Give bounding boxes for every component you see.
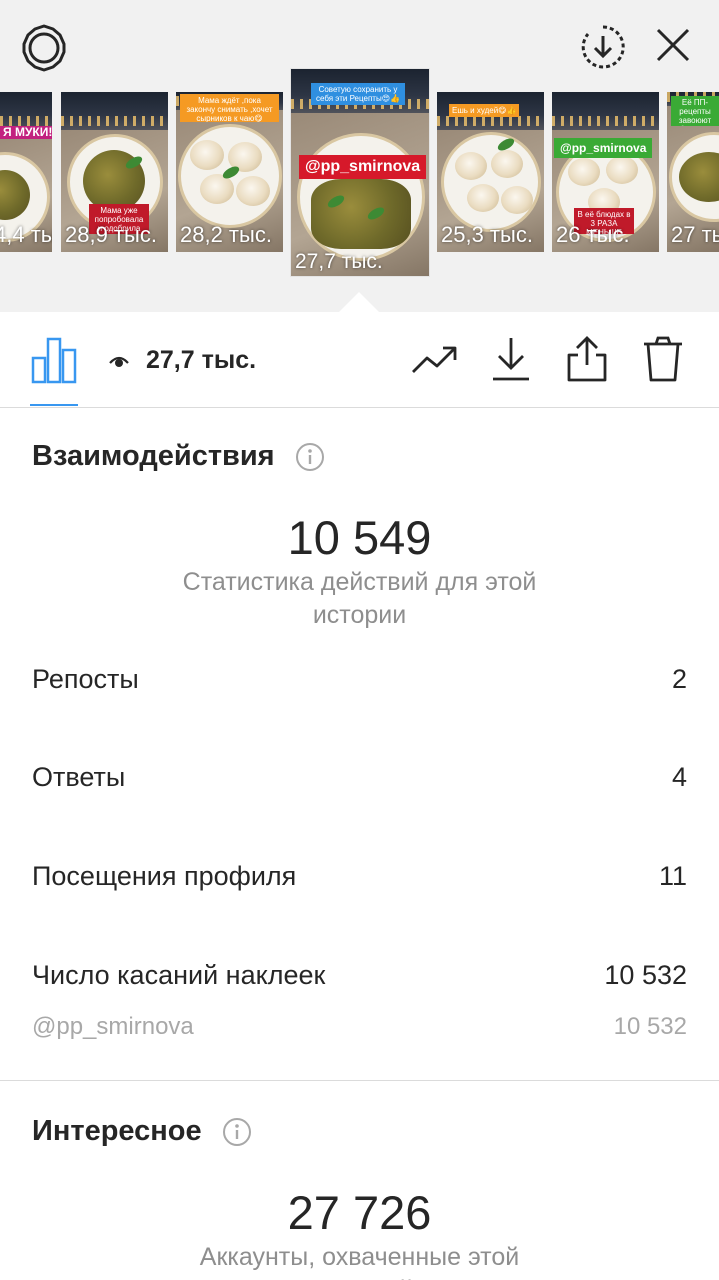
story-thumbnail[interactable]: Я МУКИ!!! 4,4 тыс. bbox=[0, 92, 52, 252]
bar-chart-icon bbox=[31, 337, 77, 384]
interactions-total: 10 549 bbox=[287, 511, 432, 564]
share-button[interactable] bbox=[562, 334, 612, 384]
story-views: 28,9 тыс. bbox=[65, 222, 157, 247]
stat-row-sticker-taps: Число касаний наклеек 10 532 bbox=[32, 960, 687, 991]
discovery-title: Интересное bbox=[32, 1115, 202, 1147]
stat-row-sticker-mention: @pp_smirnova 10 532 bbox=[32, 1013, 687, 1041]
trending-up-icon bbox=[412, 346, 457, 373]
delete-button[interactable] bbox=[638, 334, 688, 384]
story-toolbar: 27,7 тыс. bbox=[0, 312, 719, 408]
story-thumbnail[interactable]: @pp_smirnova В её блюдах в 3 РАЗА МЕНЬШЕ… bbox=[552, 92, 659, 252]
story-thumbnail[interactable]: Мама уже попробовала и одобрила 28,9 тыс… bbox=[61, 92, 168, 252]
stat-label: Репосты bbox=[32, 664, 139, 694]
views-count-label: 27,7 тыс. bbox=[146, 346, 257, 374]
selection-pointer bbox=[338, 292, 380, 313]
download-icon bbox=[493, 338, 529, 381]
eye-icon bbox=[109, 356, 129, 367]
story-caption: Ешь и худей😋👍 bbox=[449, 104, 519, 117]
stat-row-replies: Ответы 4 bbox=[32, 762, 687, 793]
active-tab-indicator bbox=[30, 404, 78, 406]
info-icon[interactable] bbox=[295, 442, 325, 472]
story-thumbnail-selected[interactable]: Советую сохранить у себя эти Рецепты😍👍 @… bbox=[291, 69, 429, 276]
section-divider bbox=[0, 1080, 719, 1081]
promote-button[interactable] bbox=[410, 334, 460, 384]
settings-button[interactable] bbox=[18, 22, 70, 74]
share-icon bbox=[567, 336, 607, 382]
stat-row-profile-visits: Посещения профиля 11 bbox=[32, 861, 687, 892]
discovery-heading: Интересное bbox=[32, 1115, 252, 1148]
stat-label: Посещения профиля bbox=[32, 861, 297, 891]
download-circle-icon bbox=[581, 25, 625, 69]
story-caption: Советую сохранить у себя эти Рецепты😍👍 bbox=[311, 83, 405, 105]
interactions-title: Взаимодействия bbox=[32, 440, 275, 472]
sticker-mention-label: @pp_smirnova bbox=[32, 1013, 194, 1040]
stat-value: 10 532 bbox=[604, 960, 687, 990]
story-caption: Мама ждёт ,пока закончу снимать ,хочет с… bbox=[180, 94, 279, 122]
story-views: 28,2 тыс. bbox=[180, 222, 272, 247]
discovery-description: Аккаунты, охваченные этой историей bbox=[199, 1243, 520, 1280]
trash-icon bbox=[644, 336, 682, 382]
story-caption: Я МУКИ!!! bbox=[0, 126, 52, 139]
story-views: 26 тыс. bbox=[556, 222, 630, 247]
city-night-image bbox=[61, 92, 168, 130]
interactions-description: Статистика действий для этой истории bbox=[182, 568, 537, 629]
views-count: 27,7 тыс. bbox=[108, 346, 256, 375]
stat-row-reposts: Репосты 2 bbox=[32, 664, 687, 695]
close-icon bbox=[656, 28, 690, 62]
stories-header: Я МУКИ!!! 4,4 тыс. Мама уже попробовала … bbox=[0, 0, 719, 313]
discovery-total: 27 726 bbox=[287, 1186, 432, 1239]
save-button[interactable] bbox=[486, 334, 536, 384]
city-night-image bbox=[0, 92, 52, 130]
story-thumbnail[interactable]: Ешь и худей😋👍 25,3 тыс. bbox=[437, 92, 544, 252]
stat-label: Ответы bbox=[32, 762, 126, 792]
story-thumbnail[interactable]: Её ПП-рецепты завоюют абсолютно всех 27 … bbox=[667, 92, 719, 252]
city-night-image bbox=[552, 92, 659, 130]
stat-label: Число касаний наклеек bbox=[32, 960, 326, 990]
mention-sticker: @pp_smirnova bbox=[554, 138, 653, 158]
close-button[interactable] bbox=[650, 22, 696, 68]
story-caption: Её ПП-рецепты завоюют абсолютно всех bbox=[671, 96, 719, 126]
story-views: 27 тыс. bbox=[671, 222, 719, 247]
info-icon[interactable] bbox=[222, 1117, 252, 1147]
stat-value: 4 bbox=[671, 762, 687, 792]
download-story-button[interactable] bbox=[578, 22, 628, 72]
sticker-mention-value: 10 532 bbox=[613, 1013, 687, 1040]
story-thumbnail[interactable]: Мама ждёт ,пока закончу снимать ,хочет с… bbox=[176, 92, 283, 252]
mention-sticker: @pp_smirnova bbox=[299, 155, 427, 179]
story-views: 27,7 тыс. bbox=[295, 250, 383, 273]
story-views: 4,4 тыс. bbox=[0, 222, 52, 247]
stat-value: 2 bbox=[671, 664, 687, 694]
stat-value: 11 bbox=[658, 861, 687, 891]
story-views: 25,3 тыс. bbox=[441, 222, 533, 247]
gear-icon bbox=[22, 24, 66, 72]
insights-tab[interactable] bbox=[30, 334, 78, 406]
interactions-heading: Взаимодействия bbox=[32, 440, 325, 473]
